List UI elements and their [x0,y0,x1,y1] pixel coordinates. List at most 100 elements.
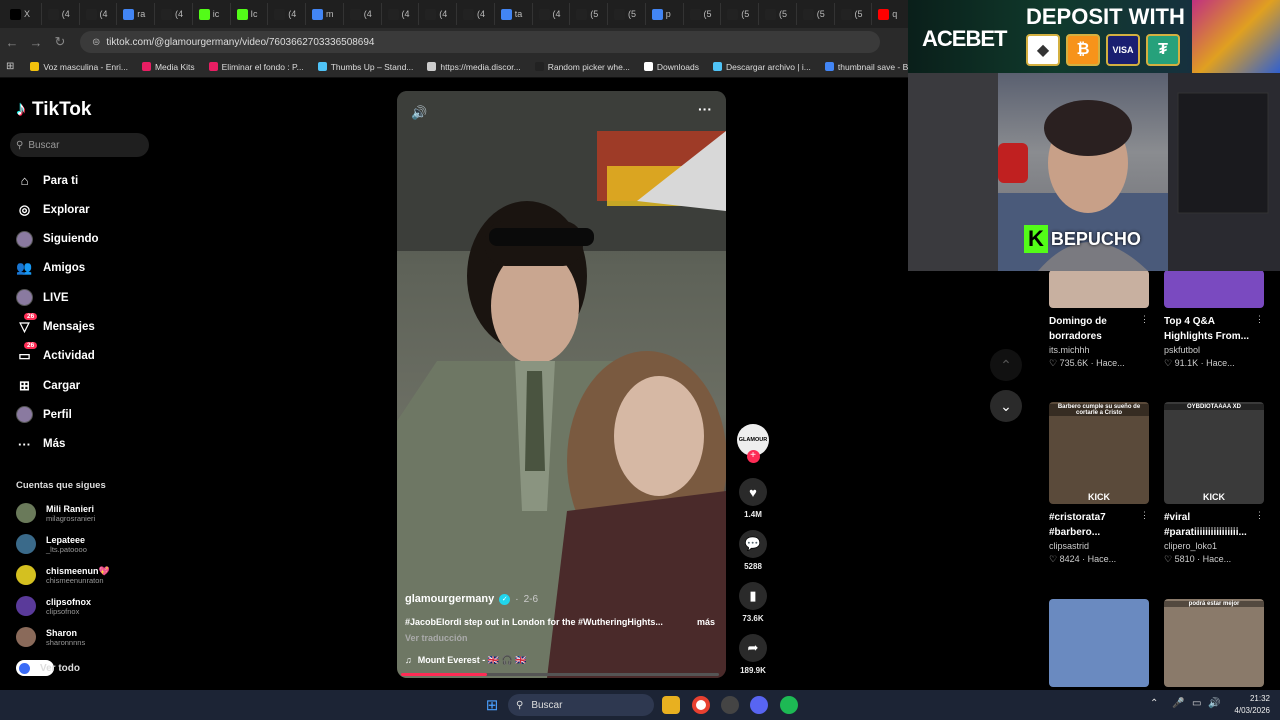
nav-item[interactable]: ⌂ Para ti [16,172,79,189]
nav-item[interactable]: ▽ 26 Mensajes [16,312,95,336]
video-card[interactable]: Barbero cumple su sueño de cortarle a Cr… [1049,402,1149,565]
bookmark-item[interactable]: Descargar archivo | i... [707,62,817,72]
bookmark-item[interactable]: Eliminar el fondo : P... [203,62,310,72]
video-card[interactable]: Top 4 Q&A Highlights From... ⋮ pskfutbol ♡ … [1164,270,1264,369]
card-more-icon[interactable]: ⋮ [1255,314,1264,344]
browser-tab[interactable]: (4 [382,3,420,25]
browser-tab[interactable]: (5 [759,3,797,25]
reload-icon[interactable]: ↻ [48,34,72,50]
network-icon[interactable]: ▭ [1192,698,1201,709]
followed-account[interactable]: clipsofnox clipsofnox [16,596,91,616]
chrome-icon[interactable] [692,696,710,714]
browser-tab[interactable]: ic [193,3,231,25]
bookmark-item[interactable]: Thumbs Up – Stand... [312,62,420,72]
bookmark-item[interactable]: https://media.discor... [421,62,526,72]
video-player[interactable]: 🔊 ··· glamourgermany ✓ · 2-6 #JacobElord… [397,91,726,678]
start-windows-icon[interactable]: ⊞ [483,696,501,714]
card-more-icon[interactable]: ⋮ [1255,510,1264,540]
obs-icon[interactable] [721,696,739,714]
browser-tab[interactable]: m [306,3,344,25]
bookmark-item[interactable]: Downloads [638,62,705,72]
video-thumbnail[interactable]: Barbero cumple su sueño de cortarle a Cr… [1049,402,1149,504]
video-card[interactable] [1049,599,1149,687]
video-thumbnail[interactable] [1164,270,1264,308]
music-row[interactable]: ♫ Mount Everest - 🇬🇧 🎧 🇬🇧 [405,655,526,666]
browser-tab[interactable]: X [4,3,42,25]
file-explorer-icon[interactable] [662,696,680,714]
browser-tab[interactable]: (4 [344,3,382,25]
video-progress-bar[interactable] [401,673,719,676]
browser-tab[interactable]: ra [117,3,155,25]
video-thumbnail[interactable] [1049,599,1149,687]
video-thumbnail[interactable]: podrá estar mejor [1164,599,1264,687]
clock[interactable]: 21:32 4/03/2026 [1226,693,1270,717]
browser-tab[interactable]: Ic [231,3,269,25]
creator-avatar[interactable]: GLAMOUR + [735,424,771,463]
browser-tab[interactable]: (5 [570,3,608,25]
previous-video-button[interactable]: ⌃ [990,349,1022,381]
taskbar-search[interactable]: ⚲ Buscar [508,694,654,716]
save-button[interactable]: ▮ 73.6K [735,582,771,623]
back-icon[interactable]: ← [0,35,24,50]
video-username[interactable]: glamourgermany [405,593,494,605]
url-field[interactable]: ⊜ tiktok.com/@glamourgermany/video/76036… [80,31,880,53]
comment-button[interactable]: 💬 5288 [735,530,771,571]
nav-item[interactable]: Siguiendo [16,230,99,248]
spotify-icon[interactable] [780,696,798,714]
discord-icon[interactable] [750,696,768,714]
forward-icon[interactable]: → [24,35,48,50]
browser-tab[interactable]: (5 [835,3,873,25]
followed-account[interactable]: Mili Ranieri milagrosranieri [16,503,95,523]
bookmark-item[interactable]: Random picker whe... [529,62,636,72]
browser-tab[interactable]: p [646,3,684,25]
video-card[interactable]: Domingo de borradores ⋮ its.michhh ♡ 735.6K… [1049,270,1149,369]
nav-item[interactable]: Perfil [16,406,72,424]
apps-grid-icon[interactable]: ⊞ [6,61,14,72]
follow-plus-icon[interactable]: + [746,450,760,463]
nav-item[interactable]: LIVE [16,289,69,307]
video-card[interactable]: OYBDIOTAAAA XD KICK #viral #paratiiiiiiiii… [1164,402,1264,565]
caption-more-link[interactable]: más [697,617,715,627]
more-options-icon[interactable]: ··· [698,101,712,117]
bookmark-item[interactable]: Media Kits [136,62,201,72]
tray-chevron-icon[interactable]: ⌃ [1150,698,1158,709]
browser-tab[interactable]: (4 [268,3,306,25]
card-more-icon[interactable]: ⋮ [1140,314,1149,344]
share-button[interactable]: ➦ 189.9K [735,634,771,675]
site-info-icon[interactable]: ⊜ [92,37,100,48]
browser-tab[interactable]: (4 [419,3,457,25]
browser-tab[interactable]: (5 [684,3,722,25]
nav-item[interactable]: 👥 Amigos [16,260,85,277]
followed-account[interactable]: Sharon sharonnnns [16,627,85,647]
tiktok-logo[interactable]: ♪ TikTok [16,98,91,121]
volume-icon[interactable]: 🔊 [411,105,427,121]
nav-item[interactable]: ▭ 26 Actividad [16,341,95,365]
browser-tab[interactable]: (4 [155,3,193,25]
bookmark-item[interactable]: Voz masculina - Enri... [24,62,134,72]
nav-item[interactable]: ⊞ Cargar [16,377,80,394]
nav-item[interactable]: ◎ Explorar [16,201,90,218]
browser-tab[interactable]: q [872,3,910,25]
video-thumbnail[interactable]: OYBDIOTAAAA XD KICK [1164,402,1264,504]
video-card[interactable]: podrá estar mejor [1164,599,1264,687]
video-thumbnail[interactable] [1049,270,1149,308]
browser-tab[interactable]: (5 [721,3,759,25]
translate-link[interactable]: Ver traducción [405,633,468,643]
browser-tab[interactable]: (5 [797,3,835,25]
microphone-icon[interactable]: 🎤 [1172,698,1184,709]
browser-tab[interactable]: (4 [533,3,571,25]
browser-tab[interactable]: (5 [608,3,646,25]
followed-account[interactable]: Lepateee _lts.patoooo [16,534,87,554]
volume-tray-icon[interactable]: 🔊 [1208,698,1220,709]
followed-account[interactable]: chismeenun💖 chismeenunraton [16,565,110,585]
see-all-link[interactable]: Ver todo [16,660,80,676]
browser-tab[interactable]: (4 [80,3,118,25]
search-input[interactable]: ⚲ Buscar [10,133,149,157]
nav-item[interactable]: ··· Más [16,436,65,453]
browser-tab[interactable]: (4 [42,3,80,25]
card-more-icon[interactable]: ⋮ [1140,510,1149,540]
browser-tab[interactable]: ta [495,3,533,25]
browser-tab[interactable]: (4 [457,3,495,25]
like-button[interactable]: ♥ 1.4M [735,478,771,519]
next-video-button[interactable]: ⌄ [990,390,1022,422]
